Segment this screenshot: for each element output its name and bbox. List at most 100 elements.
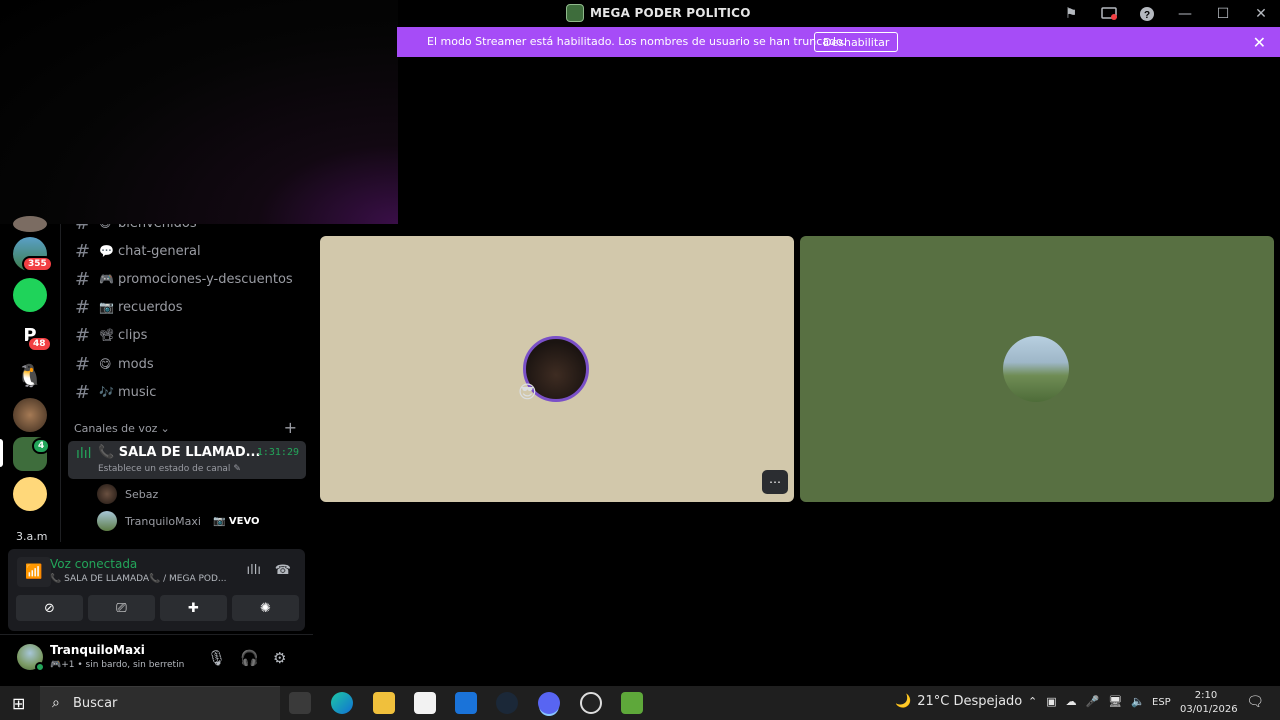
- server-item-penguin[interactable]: 🐧: [13, 360, 47, 394]
- username[interactable]: TranquiloMaxi: [50, 643, 145, 657]
- mail-icon[interactable]: [455, 692, 477, 714]
- pencil-icon: ✎: [233, 464, 241, 474]
- hash-icon: #: [75, 296, 91, 318]
- channel-emoji: 💬: [99, 244, 114, 258]
- channel-item[interactable]: # 📷 recuerdos: [75, 296, 183, 318]
- voice-member[interactable]: TranquiloMaxi 📷 VEVO: [97, 510, 260, 532]
- voice-status-title[interactable]: Voz conectada: [50, 557, 137, 571]
- channel-emoji: 😄: [99, 224, 115, 230]
- server-item-yellow[interactable]: [13, 477, 47, 511]
- participant-tile-sebaz[interactable]: 😎 ⋯: [320, 236, 794, 502]
- avatar: [97, 511, 117, 531]
- hash-icon: #: [75, 381, 91, 403]
- window-title: MEGA PODER POLITICO: [590, 6, 751, 20]
- chevron-up-icon[interactable]: ⌃: [1028, 695, 1037, 708]
- search-placeholder: Buscar: [73, 696, 118, 711]
- voice-channel-active[interactable]: ılıl 📞 SALA DE LLAMAD... 1:31:29 Estable…: [68, 441, 306, 479]
- channel-item[interactable]: # 😋 mods: [75, 353, 154, 375]
- server-item-green[interactable]: [13, 278, 47, 312]
- steam-icon[interactable]: [496, 692, 518, 714]
- device-icon[interactable]: ▣: [1046, 695, 1056, 708]
- windows-taskbar: ⊞ ⌕ Buscar 🌙 21°C Despejado ⌃ ▣ ☁ 🎤 🖥 🔈 …: [0, 686, 1280, 720]
- close-window-icon[interactable]: ✕: [1242, 0, 1280, 27]
- windows-start-icon[interactable]: ⊞: [12, 694, 25, 713]
- weather-widget[interactable]: 🌙 21°C Despejado: [895, 694, 1022, 709]
- user-custom-status[interactable]: 🎮+1 • sin bardo, sin berretin: [50, 660, 184, 670]
- channel-name: chat-general: [118, 243, 201, 259]
- channel-item[interactable]: # 🎶 music: [75, 381, 156, 403]
- member-name: Sebaz: [125, 487, 159, 501]
- disable-streamer-button[interactable]: Deshabilitar: [814, 32, 899, 52]
- add-channel-icon[interactable]: +: [284, 418, 297, 437]
- channel-emoji: 🎮: [99, 272, 114, 286]
- avatar-decoration-icon: 😎: [518, 382, 537, 403]
- channel-name: music: [118, 384, 157, 400]
- voice-badge: 4: [32, 438, 51, 454]
- file-explorer-icon[interactable]: [373, 692, 395, 714]
- flag-icon[interactable]: ⚑: [1052, 0, 1090, 27]
- taskbar-search[interactable]: ⌕ Buscar: [40, 686, 280, 720]
- voice-category-header[interactable]: Canales de voz ⌄: [74, 422, 170, 435]
- edge-icon[interactable]: [331, 692, 353, 714]
- soundboard-button[interactable]: ✺: [232, 595, 299, 621]
- hash-icon: #: [75, 353, 91, 375]
- headphones-icon[interactable]: 🎧: [240, 649, 259, 667]
- weather-text: 21°C Despejado: [917, 694, 1023, 709]
- store-icon[interactable]: [414, 692, 436, 714]
- disconnect-icon[interactable]: ☎: [275, 563, 291, 578]
- noise-suppression-icon[interactable]: ıllı: [247, 563, 261, 578]
- voice-member[interactable]: Sebaz: [97, 483, 158, 505]
- channel-item[interactable]: # 📽 clips: [75, 324, 147, 346]
- server-rail: 355 P 48 🐧 4 3.a.m: [0, 216, 60, 552]
- voice-status-subtitle[interactable]: 📞 SALA DE LLAMADA📞 / MEGA POD...: [50, 574, 227, 584]
- participant-tile-tranquilomaxi[interactable]: [800, 236, 1274, 502]
- mention-badge: 48: [27, 336, 52, 352]
- active-server-indicator: [0, 439, 3, 467]
- gear-icon[interactable]: ⚙: [273, 649, 286, 667]
- hash-icon: #: [75, 224, 99, 234]
- voice-connected-panel: 📶 Voz conectada 📞 SALA DE LLAMADA📞 / MEG…: [8, 549, 305, 631]
- close-icon[interactable]: ✕: [1253, 33, 1266, 52]
- channel-emoji: 🎶: [99, 385, 114, 399]
- channel-item[interactable]: #😄bienvenidos: [75, 224, 197, 234]
- task-view-icon[interactable]: [289, 692, 311, 714]
- live-tag: 📷 VEVO: [212, 515, 260, 527]
- channel-status-prompt[interactable]: Establece un estado de canal ✎: [98, 464, 241, 474]
- channel-item[interactable]: # 🎮 promociones-y-descuentos: [75, 268, 293, 290]
- title-bar: MEGA PODER POLITICO ⚑ ? — ☐ ✕: [398, 0, 1280, 27]
- maximize-icon[interactable]: ☐: [1204, 0, 1242, 27]
- channel-emoji: 📷: [99, 300, 114, 314]
- channel-item[interactable]: # 💬 chat-general: [75, 240, 201, 262]
- camera-off-button[interactable]: ⊘: [16, 595, 83, 621]
- mic-tray-icon[interactable]: 🎤: [1086, 695, 1100, 708]
- language-indicator[interactable]: ESP: [1152, 697, 1171, 708]
- cloud-icon[interactable]: ☁: [1066, 695, 1077, 708]
- voice-activity-icon: ılıl: [76, 446, 92, 462]
- online-status-icon: [35, 662, 45, 672]
- channel-name: mods: [118, 356, 154, 372]
- screen-share-button[interactable]: ⎚: [88, 595, 155, 621]
- screen-share-icon: ⎚: [116, 600, 127, 616]
- obs-icon[interactable]: [580, 692, 602, 714]
- screen-share-icon[interactable]: [1090, 0, 1128, 27]
- activities-button[interactable]: ✚: [160, 595, 227, 621]
- notification-icon[interactable]: 🗨: [1246, 694, 1264, 710]
- clock-date: 03/01/2026: [1180, 704, 1238, 715]
- network-icon[interactable]: 🖥: [1108, 695, 1122, 708]
- server-folder-label[interactable]: 3.a.m: [16, 530, 47, 543]
- signal-icon[interactable]: 📶: [17, 557, 51, 587]
- search-icon: ⌕: [52, 695, 60, 711]
- minecraft-icon[interactable]: [621, 692, 643, 714]
- minimize-icon[interactable]: —: [1166, 0, 1204, 27]
- help-icon[interactable]: ?: [1128, 0, 1166, 27]
- voice-channel-name: 📞 SALA DE LLAMAD...: [98, 445, 261, 460]
- clock[interactable]: 2:10 03/01/2026: [1180, 689, 1238, 717]
- more-options-button[interactable]: ⋯: [762, 470, 788, 494]
- soundboard-icon: ✺: [260, 600, 271, 616]
- server-item-photo[interactable]: [13, 398, 47, 432]
- discord-icon[interactable]: [538, 692, 560, 714]
- server-item-partial[interactable]: [13, 216, 47, 232]
- microphone-icon[interactable]: 🎙: [207, 649, 226, 667]
- ellipsis-icon: ⋯: [769, 475, 781, 489]
- volume-icon[interactable]: 🔈: [1131, 695, 1145, 708]
